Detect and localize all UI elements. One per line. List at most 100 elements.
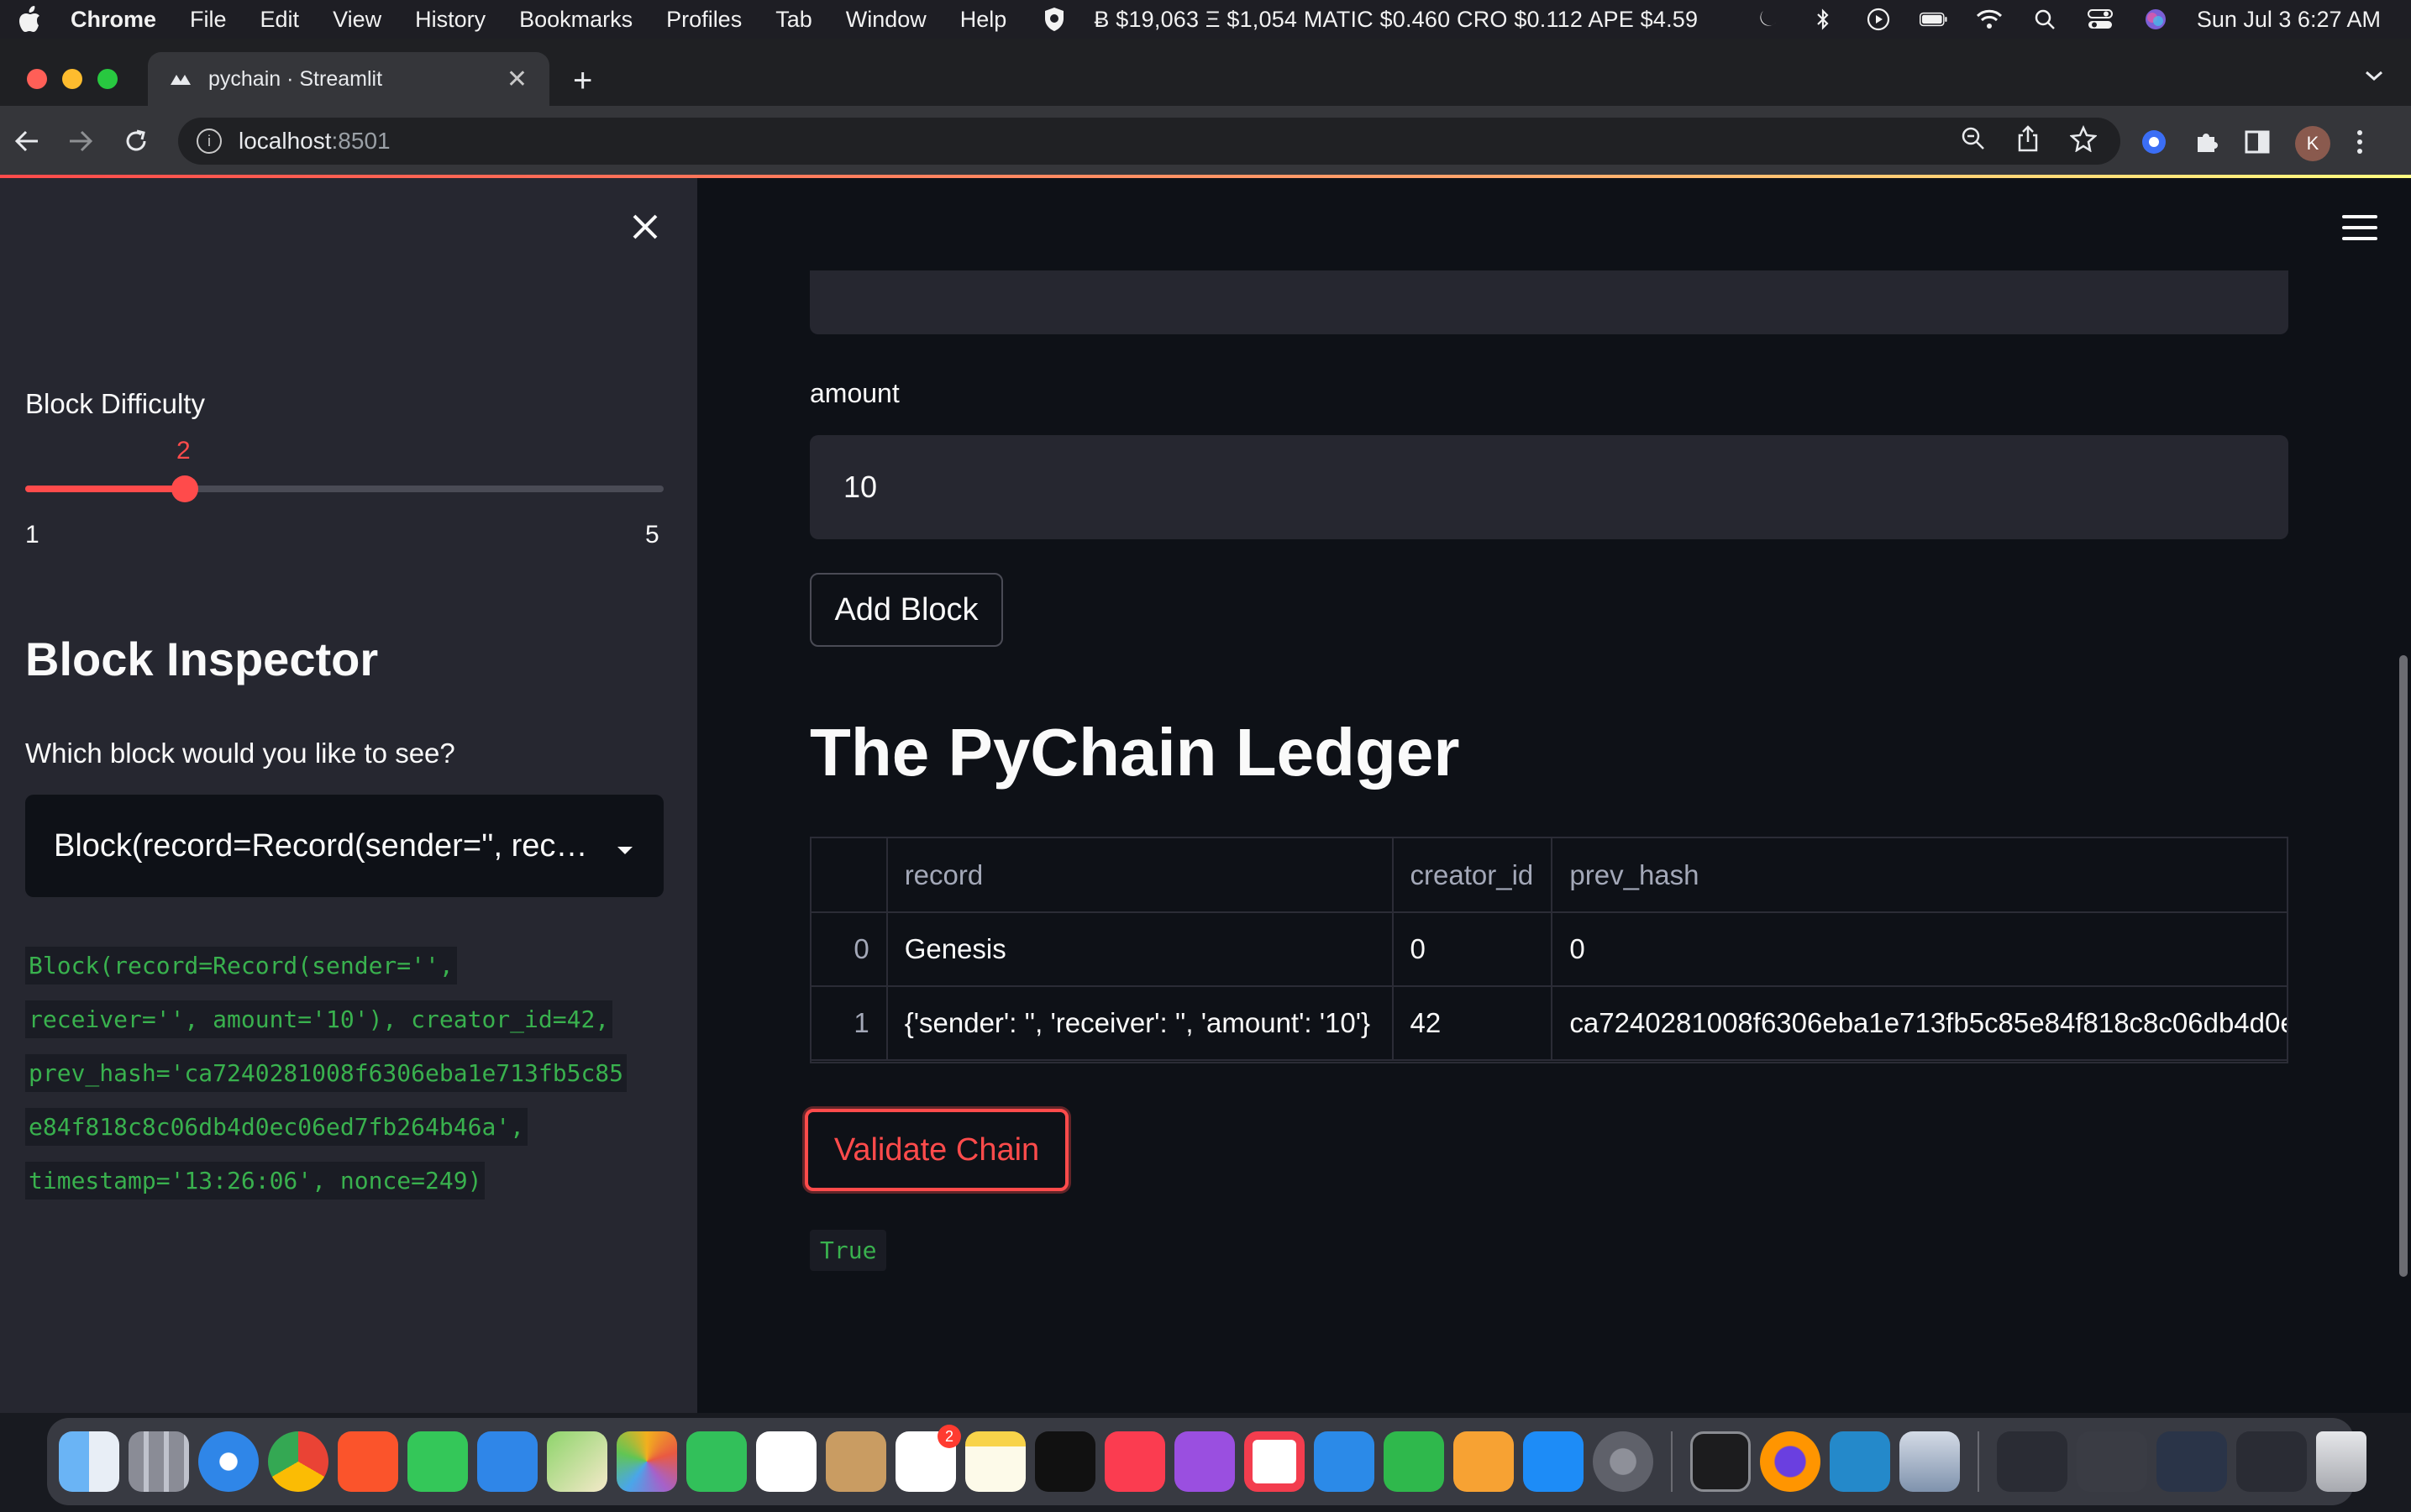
tab-search-chevron-icon[interactable] — [2364, 69, 2384, 87]
difficulty-slider[interactable] — [25, 475, 664, 502]
calendar-icon[interactable] — [756, 1431, 817, 1492]
recent-window-thumbnail-icon[interactable] — [2156, 1431, 2227, 1492]
slider-max-label: 5 — [645, 521, 659, 549]
play-circle-icon[interactable] — [1864, 7, 1893, 32]
amount-label: amount — [810, 378, 900, 408]
back-arrow-icon[interactable] — [12, 126, 42, 156]
brave-icon[interactable] — [338, 1431, 398, 1492]
amount-input[interactable]: 10 — [810, 435, 2288, 539]
cell-record[interactable]: Genesis — [886, 912, 1394, 987]
forward-arrow-icon[interactable] — [66, 126, 96, 156]
control-center-icon[interactable] — [2086, 7, 2114, 32]
row-index[interactable]: 0 — [812, 912, 888, 987]
photos-icon[interactable] — [617, 1431, 677, 1492]
messages-icon[interactable] — [407, 1431, 468, 1492]
chrome-icon[interactable] — [268, 1431, 328, 1492]
moon-icon[interactable] — [1753, 7, 1782, 32]
browser-tab-active[interactable]: pychain · Streamlit ✕ — [148, 52, 549, 106]
menu-tab[interactable]: Tab — [775, 7, 812, 33]
block-selectbox[interactable]: Block(record=Record(sender='', receiver=… — [25, 795, 664, 897]
main-scrollbar[interactable] — [2399, 655, 2408, 1277]
spotlight-search-icon[interactable] — [2030, 7, 2059, 32]
contacts-icon[interactable] — [826, 1431, 886, 1492]
safari-icon[interactable] — [198, 1431, 259, 1492]
add-block-button[interactable]: Add Block — [810, 573, 1003, 647]
wifi-icon[interactable] — [1975, 7, 2004, 32]
news-icon[interactable] — [1244, 1431, 1305, 1492]
crypto-ticker[interactable]: Ƀ $19,063 Ξ $1,054 MATIC $0.460 CRO $0.1… — [1094, 7, 1698, 33]
column-header-record[interactable]: record — [886, 838, 1394, 913]
cell-creator-id[interactable]: 0 — [1392, 912, 1553, 987]
battery-icon[interactable] — [1919, 7, 1948, 32]
mail-icon[interactable] — [477, 1431, 538, 1492]
apple-logo-icon[interactable] — [17, 5, 45, 34]
recent-window-thumbnail-icon[interactable] — [1997, 1431, 2067, 1492]
share-icon[interactable] — [2016, 124, 2040, 158]
recent-window-thumbnail-icon[interactable] — [2236, 1431, 2307, 1492]
cell-prev-hash[interactable]: ca7240281008f6306eba1e713fb5c85e84f818c8… — [1552, 986, 2287, 1061]
new-tab-button[interactable]: + — [573, 64, 592, 97]
pages-icon[interactable] — [1453, 1431, 1514, 1492]
column-header-creator-id[interactable]: creator_id — [1392, 838, 1553, 913]
music-icon[interactable] — [1105, 1431, 1165, 1492]
address-bar[interactable]: i localhost:8501 — [178, 118, 2120, 165]
chrome-menu-kebab-icon[interactable] — [2356, 129, 2364, 160]
shield-icon[interactable] — [1040, 7, 1069, 32]
bluetooth-icon[interactable] — [1809, 7, 1837, 32]
site-info-icon[interactable]: i — [197, 129, 222, 154]
side-panel-icon[interactable] — [2245, 130, 2270, 158]
row-index[interactable]: 1 — [812, 986, 888, 1061]
system-preferences-icon[interactable] — [1593, 1431, 1653, 1492]
menu-help[interactable]: Help — [960, 7, 1007, 33]
reload-icon[interactable] — [121, 126, 151, 156]
cell-prev-hash[interactable]: 0 — [1552, 912, 2287, 987]
cell-creator-id[interactable]: 42 — [1392, 986, 1553, 1061]
launchpad-icon[interactable] — [129, 1431, 189, 1492]
notes-icon[interactable] — [965, 1431, 1026, 1492]
menu-bookmarks[interactable]: Bookmarks — [519, 7, 633, 33]
minimize-window-button[interactable] — [62, 69, 82, 89]
validation-result: True — [810, 1230, 887, 1271]
facetime-icon[interactable] — [686, 1431, 747, 1492]
apple-tv-icon[interactable] — [1035, 1431, 1095, 1492]
receiver-input[interactable] — [810, 270, 2288, 334]
recent-window-thumbnail-icon[interactable] — [2077, 1431, 2147, 1492]
trash-icon[interactable] — [2316, 1431, 2366, 1492]
close-sidebar-icon[interactable] — [628, 210, 662, 244]
menu-history[interactable]: History — [415, 7, 486, 33]
close-window-button[interactable] — [27, 69, 47, 89]
zoom-window-button[interactable] — [97, 69, 118, 89]
finder-icon[interactable] — [59, 1431, 119, 1492]
menu-window[interactable]: Window — [846, 7, 927, 33]
reminders-icon[interactable]: 2 — [896, 1425, 961, 1492]
app-store-icon[interactable] — [1523, 1431, 1584, 1492]
extension-record-icon[interactable] — [2140, 129, 2167, 160]
zoom-icon[interactable] — [1961, 126, 1986, 157]
validate-chain-button[interactable]: Validate Chain — [805, 1109, 1069, 1191]
slider-thumb[interactable] — [171, 475, 198, 502]
siri-icon[interactable] — [2141, 7, 2170, 32]
menu-edit[interactable]: Edit — [260, 7, 300, 33]
terminal-icon[interactable] — [1690, 1431, 1751, 1492]
hamburger-menu-icon[interactable] — [2342, 215, 2377, 240]
cell-record[interactable]: {'sender': '', 'receiver': '', 'amount':… — [886, 986, 1394, 1061]
maps-icon[interactable] — [547, 1431, 607, 1492]
podcasts-icon[interactable] — [1174, 1431, 1235, 1492]
extensions-puzzle-icon[interactable] — [2193, 129, 2219, 160]
column-header-prev-hash[interactable]: prev_hash — [1552, 838, 2287, 913]
close-tab-icon[interactable]: ✕ — [507, 65, 528, 94]
firefox-icon[interactable] — [1760, 1431, 1820, 1492]
menu-file[interactable]: File — [190, 7, 227, 33]
bookmark-star-icon[interactable] — [2069, 124, 2098, 158]
numbers-icon[interactable] — [1384, 1431, 1444, 1492]
menu-view[interactable]: View — [333, 7, 381, 33]
keynote-icon[interactable] — [1314, 1431, 1374, 1492]
profile-avatar[interactable]: K — [2295, 126, 2330, 161]
column-header-index[interactable] — [812, 838, 888, 913]
ledger-table[interactable]: record creator_id prev_hash 0 Genesis 0 … — [810, 837, 2288, 1063]
menubar-clock[interactable]: Sun Jul 3 6:27 AM — [2197, 7, 2381, 33]
vscode-icon[interactable] — [1830, 1431, 1890, 1492]
preview-icon[interactable] — [1899, 1431, 1960, 1492]
menu-app-name[interactable]: Chrome — [71, 7, 156, 33]
menu-profiles[interactable]: Profiles — [666, 7, 742, 33]
